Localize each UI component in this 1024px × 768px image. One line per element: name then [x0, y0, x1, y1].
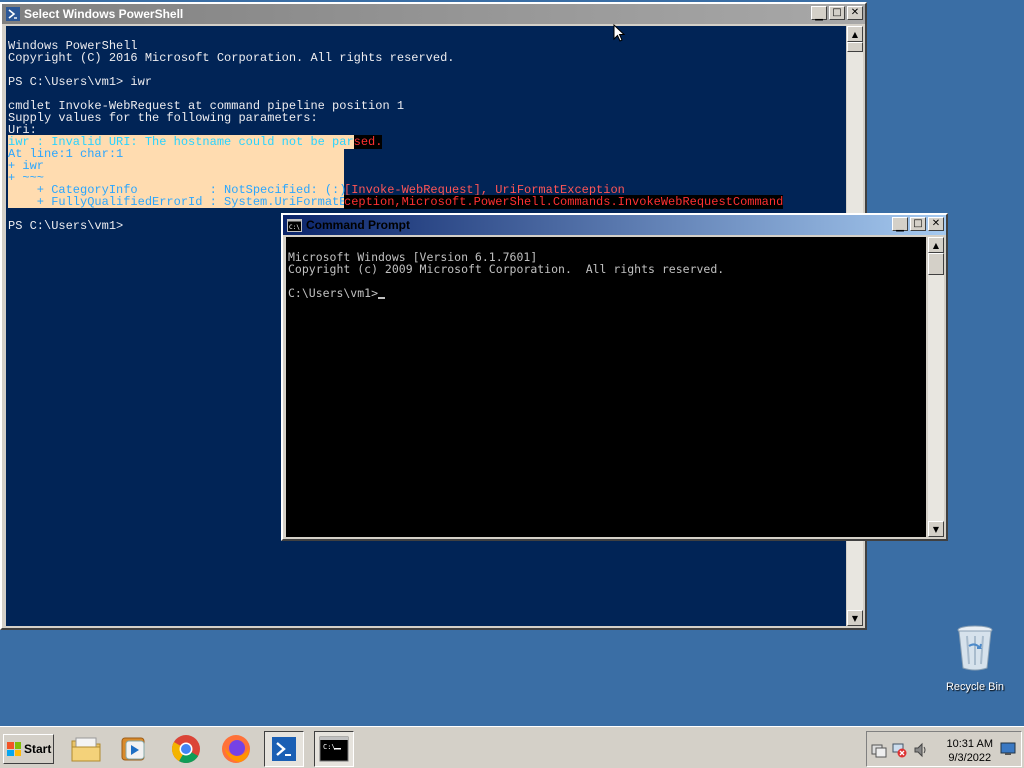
error-line: + iwr [8, 160, 844, 172]
error-text: sed. [353, 135, 383, 149]
arrow-up-icon: ▲ [851, 29, 859, 39]
cmd-window-title: Command Prompt [306, 218, 411, 232]
start-label: Start [24, 742, 52, 756]
clock-time: 10:31 AM [946, 738, 993, 750]
console-line: Copyright (C) 2016 Microsoft Corporation… [8, 51, 455, 65]
maximize-icon: □ [832, 7, 842, 18]
chrome-icon [172, 735, 200, 763]
minimize-button[interactable]: ▁ [892, 217, 908, 231]
maximize-button[interactable]: □ [910, 217, 926, 231]
error-text-selected: + FullyQualifiedErrorId : System.UriForm… [8, 195, 354, 209]
close-icon: ✕ [850, 7, 860, 18]
scroll-thumb[interactable] [928, 253, 944, 275]
console-line: Copyright (c) 2009 Microsoft Corporation… [288, 262, 725, 276]
svg-text:C:\: C:\ [323, 743, 336, 751]
start-button[interactable]: Start [3, 734, 54, 764]
maximize-icon: □ [913, 218, 923, 229]
cmd-titlebar[interactable]: C:\ Command Prompt ▁ □ ✕ [283, 215, 946, 235]
cmd-icon: C:\ [319, 736, 349, 762]
powershell-icon [272, 737, 296, 761]
taskbar-cmd[interactable]: C:\ [314, 731, 354, 767]
powershell-titlebar[interactable]: Select Windows PowerShell ▁ □ ✕ [2, 4, 865, 24]
console-line: PS C:\Users\vm1> iwr [8, 75, 153, 89]
minimize-icon: ▁ [896, 220, 904, 232]
recycle-bin-label: Recycle Bin [945, 681, 1005, 693]
scroll-thumb[interactable] [847, 42, 863, 52]
system-tray: 10:31 AM 9/3/2022 [866, 731, 1022, 767]
arrow-down-icon: ▼ [851, 613, 859, 623]
error-text-selected: At line:1 char:1 [8, 148, 344, 160]
svg-text:C:\: C:\ [289, 224, 300, 231]
recycle-bin-icon [957, 625, 993, 671]
folder-icon [71, 737, 101, 762]
cmd-icon: C:\ [287, 218, 302, 232]
action-center-icon[interactable] [871, 742, 887, 758]
taskbar-firefox[interactable] [216, 731, 256, 767]
error-line: At line:1 char:1 [8, 148, 844, 160]
close-icon: ✕ [931, 218, 941, 229]
error-line: iwr : Invalid URI: The hostname could no… [8, 135, 844, 149]
arrow-down-icon: ▼ [932, 524, 940, 534]
scroll-down-button[interactable]: ▼ [847, 610, 863, 626]
taskbar-chrome[interactable] [166, 731, 206, 767]
media-player-icon [121, 737, 145, 761]
mouse-pointer-icon [613, 24, 625, 42]
minimize-button[interactable]: ▁ [811, 6, 827, 20]
console-prompt-line: C:\Users\vm1> [288, 287, 924, 299]
error-text: ception,Microsoft.PowerShell.Commands.In… [344, 195, 784, 209]
cmd-window[interactable]: C:\ Command Prompt ▁ □ ✕ Microsoft Windo… [281, 213, 948, 541]
error-line: + FullyQualifiedErrorId : System.UriForm… [8, 195, 844, 209]
text-cursor [378, 297, 386, 299]
close-button[interactable]: ✕ [847, 6, 863, 20]
cmd-scrollbar[interactable]: ▲ ▼ [928, 237, 944, 537]
error-text-selected: + iwr [8, 160, 344, 172]
powershell-window-title: Select Windows PowerShell [24, 7, 184, 21]
taskbar-media-player[interactable] [114, 731, 154, 767]
taskbar: Start C:\ 10:31 AM 9/3/2022 [0, 726, 1024, 768]
arrow-up-icon: ▲ [932, 240, 940, 250]
clock[interactable]: 10:31 AM 9/3/2022 [947, 737, 993, 765]
taskbar-explorer[interactable] [66, 731, 106, 767]
firefox-icon [222, 735, 250, 763]
scroll-down-button[interactable]: ▼ [928, 521, 944, 537]
minimize-icon: ▁ [815, 9, 823, 21]
volume-icon[interactable] [913, 742, 929, 758]
show-desktop-icon[interactable] [1000, 742, 1016, 756]
console-line: Supply values for the following paramete… [8, 111, 318, 125]
powershell-icon [6, 7, 20, 21]
clock-date: 9/3/2022 [948, 752, 992, 764]
taskbar-powershell[interactable] [264, 731, 304, 767]
cmd-console[interactable]: Microsoft Windows [Version 6.1.7601] Copy… [286, 237, 926, 537]
windows-logo-icon [7, 742, 21, 756]
console-prompt: C:\Users\vm1> [288, 286, 379, 300]
maximize-button[interactable]: □ [829, 6, 845, 20]
recycle-bin-desktop-icon[interactable]: Recycle Bin [940, 624, 1010, 693]
network-icon[interactable] [891, 742, 907, 758]
scroll-up-button[interactable]: ▲ [847, 26, 863, 42]
close-button[interactable]: ✕ [928, 217, 944, 231]
scroll-up-button[interactable]: ▲ [928, 237, 944, 253]
